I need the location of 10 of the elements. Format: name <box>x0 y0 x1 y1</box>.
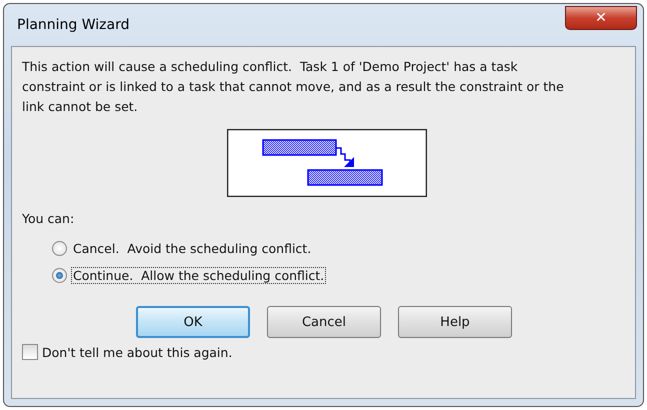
close-button[interactable]: ✕ <box>565 6 637 30</box>
dialog-button[interactable]: Cancel <box>267 306 381 338</box>
option-label[interactable]: Cancel. Avoid the scheduling conflict. <box>71 240 314 257</box>
window-title: Planning Wizard <box>17 17 130 33</box>
option-label[interactable]: Continue. Allow the scheduling conflict. <box>71 267 326 284</box>
dialog-button[interactable]: Help <box>398 306 512 338</box>
message-text: This action will cause a scheduling conflict. Task 1 of 'Demo Project' has a task constraint or is linked to a task that cannot move, and as a result the constraint or the link cannot be set. <box>22 58 565 116</box>
checkbox-label[interactable]: Don't tell me about this again. <box>42 344 232 360</box>
prompt-label: You can: <box>22 211 76 226</box>
dialog-button[interactable]: OK <box>136 306 250 338</box>
